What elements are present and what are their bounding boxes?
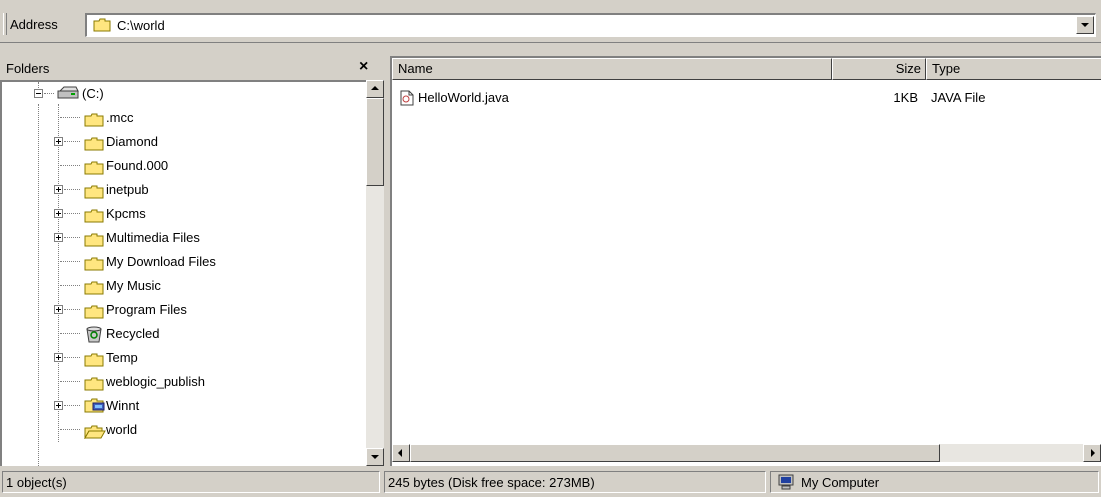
scroll-thumb[interactable] xyxy=(366,98,384,186)
expand-toggle[interactable] xyxy=(54,353,63,362)
tree-item-my-download-files[interactable]: My Download Files xyxy=(32,250,362,274)
column-header-size[interactable]: Size xyxy=(832,58,926,80)
status-object-count: 1 object(s) xyxy=(2,471,380,493)
tree-item-world[interactable]: world xyxy=(32,418,362,442)
file-size: 1KB xyxy=(893,90,918,105)
java-file-icon xyxy=(400,90,414,112)
arrow-left-icon xyxy=(398,449,402,457)
tree-item-weblogic-publish[interactable]: weblogic_publish xyxy=(32,370,362,394)
folder-icon xyxy=(93,18,111,35)
tree-line xyxy=(64,141,80,142)
tree-line xyxy=(60,429,80,430)
tree-line xyxy=(44,93,54,94)
tree-item-label: world xyxy=(106,422,138,437)
tree-item-kpcms[interactable]: Kpcms xyxy=(32,202,362,226)
tree-item-label: weblogic_publish xyxy=(106,374,206,389)
scroll-right-button[interactable] xyxy=(1083,444,1101,462)
tree-line xyxy=(64,309,80,310)
chevron-down-icon xyxy=(1081,23,1089,27)
tree-item-label: Temp xyxy=(106,350,138,365)
tree-item-label: Multimedia Files xyxy=(106,230,200,245)
file-list-scrollbar[interactable] xyxy=(392,444,1101,462)
folders-title: Folders xyxy=(6,61,50,76)
status-bar: 1 object(s) 245 bytes (Disk free space: … xyxy=(0,469,1101,495)
open-folder-icon xyxy=(84,423,106,447)
tree-item-label: Kpcms xyxy=(106,206,146,221)
expand-toggle[interactable] xyxy=(54,137,63,146)
tree-item-label: Program Files xyxy=(106,302,187,317)
tree-item-program-files[interactable]: Program Files xyxy=(32,298,362,322)
scroll-thumb[interactable] xyxy=(410,444,940,462)
tree-line xyxy=(64,357,80,358)
folders-pane: Folders × (C:) .mcc Diamond Found.000 in… xyxy=(0,56,384,466)
toolbar-grip[interactable] xyxy=(3,13,7,35)
tree-item-label: (C:) xyxy=(82,86,104,101)
address-value: C:\world xyxy=(117,18,165,33)
tree-line xyxy=(64,405,80,406)
tree-item-label: Winnt xyxy=(106,398,140,413)
computer-icon xyxy=(777,474,795,497)
arrow-right-icon xyxy=(1091,449,1095,457)
folder-tree: (C:) .mcc Diamond Found.000 inetpub Kpcm… xyxy=(0,80,384,466)
tree-item-label: inetpub xyxy=(106,182,149,197)
status-disk-space: 245 bytes (Disk free space: 273MB) xyxy=(384,471,766,493)
expand-toggle[interactable] xyxy=(54,209,63,218)
scroll-left-button[interactable] xyxy=(392,444,410,462)
address-label: Address xyxy=(10,17,58,32)
arrow-down-icon xyxy=(371,455,379,459)
tree-item-winnt[interactable]: Winnt xyxy=(32,394,362,418)
expand-toggle[interactable] xyxy=(54,233,63,242)
tree-line xyxy=(64,237,80,238)
folder-tree-scrollbar[interactable] xyxy=(366,80,384,466)
address-dropdown-button[interactable] xyxy=(1076,16,1094,34)
file-name: HelloWorld.java xyxy=(418,90,509,105)
tree-item-found000[interactable]: Found.000 xyxy=(32,154,362,178)
tree-line xyxy=(64,189,80,190)
tree-line xyxy=(60,381,80,382)
arrow-up-icon xyxy=(371,86,379,90)
tree-line xyxy=(64,213,80,214)
tree-line xyxy=(60,165,80,166)
tree-item-recycled[interactable]: Recycled xyxy=(32,322,362,346)
tree-item-label: Diamond xyxy=(106,134,159,149)
scroll-down-button[interactable] xyxy=(366,448,384,466)
expand-toggle[interactable] xyxy=(54,185,63,194)
collapse-toggle[interactable] xyxy=(34,89,43,98)
tree-item-label: My Download Files xyxy=(106,254,216,269)
tree-line xyxy=(60,261,80,262)
file-row[interactable]: HelloWorld.java 1KB JAVA File xyxy=(392,88,1092,108)
tree-item-label: My Music xyxy=(106,278,161,293)
tree-item-diamond[interactable]: Diamond xyxy=(32,130,362,154)
zone-label: My Computer xyxy=(801,475,880,490)
tree-item-temp[interactable]: Temp xyxy=(32,346,362,370)
tree-line xyxy=(60,333,80,334)
tree-item-label: Recycled xyxy=(106,326,160,341)
file-list: Name Size Type HelloWorld.java 1KB JAVA … xyxy=(390,56,1101,466)
status-zone: My Computer xyxy=(770,471,1099,493)
tree-item-my-music[interactable]: My Music xyxy=(32,274,362,298)
close-icon[interactable]: × xyxy=(359,58,368,76)
column-header-name[interactable]: Name xyxy=(392,58,832,80)
tree-item-mcc[interactable]: .mcc xyxy=(32,106,362,130)
expand-toggle[interactable] xyxy=(54,305,63,314)
tree-item-drive-c[interactable]: (C:) xyxy=(32,82,362,106)
folders-header: Folders × xyxy=(0,56,384,80)
expand-toggle[interactable] xyxy=(54,401,63,410)
column-header-type[interactable]: Type xyxy=(926,58,1101,80)
tree-item-label: .mcc xyxy=(106,110,134,125)
tree-item-label: Found.000 xyxy=(106,158,169,173)
tree-item-inetpub[interactable]: inetpub xyxy=(32,178,362,202)
file-type: JAVA File xyxy=(931,90,986,105)
tree-item-multimedia-files[interactable]: Multimedia Files xyxy=(32,226,362,250)
address-input[interactable]: C:\world xyxy=(85,13,1096,37)
address-toolbar: Address C:\world xyxy=(0,0,1101,43)
tree-line xyxy=(60,285,80,286)
scroll-up-button[interactable] xyxy=(366,80,384,98)
tree-line xyxy=(60,117,80,118)
